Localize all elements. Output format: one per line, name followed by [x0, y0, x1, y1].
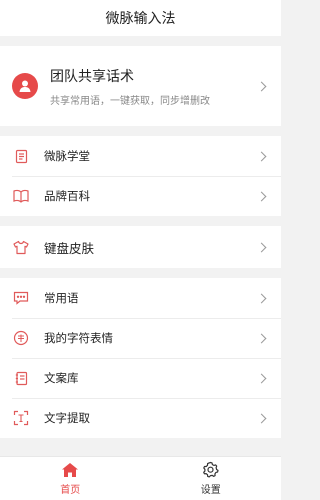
document-icon [12, 147, 30, 165]
chevron-right-icon [256, 293, 267, 303]
chevron-right-icon [256, 191, 267, 201]
app-header: 微脉输入法 [0, 0, 281, 36]
team-subtitle: 共享常用语，一键获取，同步增删改 [50, 95, 210, 107]
menu-item-my-emoticons[interactable]: 我的字符表情 [0, 318, 281, 358]
page-title: 微脉输入法 [105, 11, 176, 27]
team-title: 团队共享话术 [50, 68, 134, 85]
menu-item-brand-wiki[interactable]: 品牌百科 [0, 176, 281, 216]
tab-label-home: 首页 [60, 484, 81, 496]
menu-item-label: 微脉学堂 [44, 149, 90, 163]
chat-bubble-icon [12, 289, 30, 307]
menu-item-label: 键盘皮肤 [44, 240, 95, 256]
menu-item-label: 常用语 [44, 291, 79, 305]
chevron-right-icon [256, 373, 267, 383]
bottom-tab-bar: 首页 设置 [0, 456, 281, 500]
home-icon [62, 462, 79, 477]
menu-item-text-extract[interactable]: 文字提取 [0, 398, 281, 438]
menu-item-label: 品牌百科 [44, 189, 90, 203]
tab-home[interactable]: 首页 [0, 457, 141, 500]
open-book-icon [12, 187, 30, 205]
chevron-right-icon [256, 413, 267, 423]
chevron-right-icon [256, 333, 267, 343]
chevron-right-icon [256, 151, 267, 161]
person-circle-icon [12, 73, 38, 99]
menu-item-common-phrases[interactable]: 常用语 [0, 278, 281, 318]
menu-group-3: 常用语 我的字符表情 文案库 文字提取 [0, 278, 281, 438]
tab-label-settings: 设置 [200, 485, 221, 496]
chevron-right-icon [256, 81, 267, 91]
menu-group-1: 微脉学堂 品牌百科 [0, 136, 281, 216]
emoticon-icon [12, 329, 30, 347]
menu-item-label: 我的字符表情 [44, 331, 113, 345]
team-section: 团队共享话术 共享常用语，一键获取，同步增删改 [0, 46, 281, 126]
menu-item-keyboard-skin[interactable]: 键盘皮肤 [0, 226, 281, 268]
menu-item-copy-library[interactable]: 文案库 [0, 358, 281, 398]
team-phrases-card[interactable]: 团队共享话术 共享常用语，一键获取，同步增删改 [0, 46, 281, 126]
menu-item-weimai-school[interactable]: 微脉学堂 [0, 136, 281, 176]
text-scan-icon [12, 409, 30, 427]
tshirt-icon [12, 238, 30, 256]
gear-icon [203, 461, 219, 478]
menu-item-label: 文字提取 [44, 411, 90, 425]
notebook-icon [12, 369, 30, 387]
tab-settings[interactable]: 设置 [141, 457, 282, 500]
menu-item-label: 文案库 [44, 371, 79, 385]
menu-group-2: 键盘皮肤 [0, 226, 281, 268]
chevron-right-icon [256, 242, 267, 252]
